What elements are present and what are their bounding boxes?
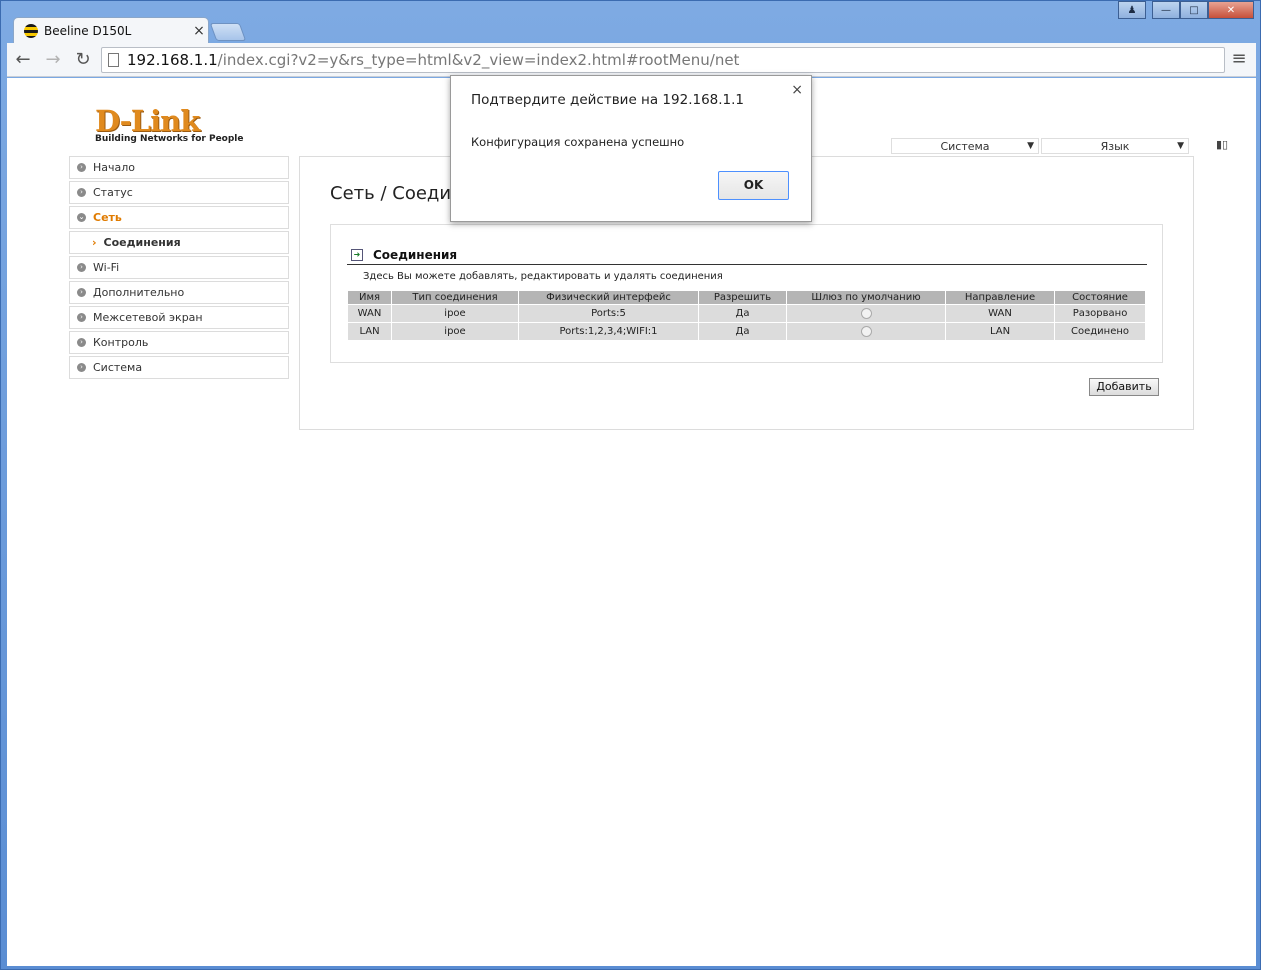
beeline-favicon-icon — [24, 23, 38, 38]
language-select[interactable]: Язык ▼ — [1041, 138, 1189, 154]
ok-button[interactable]: OK — [718, 171, 789, 200]
chevron-right-icon: › — [77, 263, 86, 272]
column-header: Состояние — [1054, 290, 1146, 305]
column-header: Физический интерфейс — [518, 290, 699, 305]
table-cell: ipoe — [391, 304, 519, 323]
table-cell: Да — [698, 322, 787, 341]
column-header: Шлюз по умолчанию — [786, 290, 946, 305]
sidebar-item-label: Дополнительно — [93, 286, 185, 299]
column-header: Тип соединения — [391, 290, 519, 305]
connections-table: Имя Тип соединения Физический интерфейс … — [347, 290, 1146, 341]
sidebar-item-home[interactable]: › Начало — [69, 156, 289, 179]
chevron-down-icon: ⌄ — [77, 213, 86, 222]
column-header: Разрешить — [698, 290, 787, 305]
dialog-message: Конфигурация сохранена успешно — [471, 135, 685, 149]
sidebar-item-control[interactable]: › Контроль — [69, 331, 289, 354]
panel-header: ➜ Соединения — [347, 245, 1147, 265]
sidebar-item-label: Wi-Fi — [93, 261, 120, 274]
dialog-title: Подтвердите действие на 192.168.1.1 — [471, 92, 745, 108]
new-tab-button[interactable] — [209, 23, 247, 41]
table-cell: Ports:5 — [518, 304, 699, 323]
sidebar-item-label: Статус — [93, 186, 133, 199]
minimize-button[interactable]: — — [1152, 1, 1180, 19]
default-gateway-cell — [786, 322, 946, 341]
sidebar-item-label: Система — [93, 361, 143, 374]
panel-title: Соединения — [373, 247, 458, 262]
sidebar-item-status[interactable]: › Статус — [69, 181, 289, 204]
tab-title: Beeline D150L — [44, 23, 132, 38]
table-row[interactable]: LAN ipoe Ports:1,2,3,4;WIFI:1 Да LAN Сое… — [347, 322, 1146, 341]
close-icon[interactable]: × — [791, 82, 803, 98]
chevron-right-icon: › — [92, 236, 97, 249]
browser-menu-icon[interactable]: ≡ — [1228, 48, 1250, 70]
chevron-right-icon: › — [77, 363, 86, 372]
table-cell: Ports:1,2,3,4;WIFI:1 — [518, 322, 699, 341]
sidebar-nav: › Начало › Статус ⌄ Сеть › Соединения › … — [69, 156, 289, 381]
tab-close-icon[interactable]: × — [190, 23, 208, 39]
table-cell: WAN — [945, 304, 1055, 323]
sidebar-item-connections[interactable]: › Соединения — [69, 231, 289, 254]
logo-text: D-Link — [95, 104, 200, 138]
page-icon — [108, 53, 119, 67]
sidebar-item-label: Начало — [93, 161, 136, 174]
table-header-row: Имя Тип соединения Физический интерфейс … — [347, 290, 1146, 305]
url-host: 192.168.1.1 — [127, 51, 218, 69]
table-cell: LAN — [347, 322, 392, 341]
sidebar-item-network[interactable]: ⌄ Сеть — [69, 206, 289, 229]
sidebar-item-label: Межсетевой экран — [93, 311, 203, 324]
sidebar-item-advanced[interactable]: › Дополнительно — [69, 281, 289, 304]
sidebar-item-system[interactable]: › Система — [69, 356, 289, 379]
language-select-label: Язык — [1100, 140, 1130, 153]
default-gateway-radio[interactable] — [860, 307, 872, 319]
window-close-button[interactable]: ✕ — [1208, 1, 1254, 19]
chevron-down-icon: ▼ — [1177, 141, 1184, 151]
connections-panel: ➜ Соединения Здесь Вы можете добавлять, … — [330, 224, 1163, 363]
default-gateway-radio[interactable] — [860, 325, 872, 337]
chevron-right-icon: › — [77, 313, 86, 322]
address-bar[interactable]: 192.168.1.1/index.cgi?v2=y&rs_type=html&… — [101, 47, 1225, 73]
browser-window: Beeline D150L × ♟ — □ ✕ ← → ↻ 192.168.1.… — [0, 0, 1261, 970]
table-cell: LAN — [945, 322, 1055, 341]
forward-icon[interactable]: → — [39, 46, 67, 74]
chevron-down-icon: ▼ — [1027, 141, 1034, 151]
table-row[interactable]: WAN ipoe Ports:5 Да WAN Разорвано — [347, 304, 1146, 323]
system-select[interactable]: Система ▼ — [891, 138, 1039, 154]
default-gateway-cell — [786, 304, 946, 323]
sidebar-item-firewall[interactable]: › Межсетевой экран — [69, 306, 289, 329]
panel-description: Здесь Вы можете добавлять, редактировать… — [363, 271, 723, 282]
table-cell: WAN — [347, 304, 392, 323]
back-icon[interactable]: ← — [9, 46, 37, 74]
sidebar-item-wifi[interactable]: › Wi-Fi — [69, 256, 289, 279]
user-profile-icon[interactable]: ♟ — [1118, 1, 1146, 19]
table-cell: ipoe — [391, 322, 519, 341]
column-header: Имя — [347, 290, 392, 305]
connection-arrow-icon: ➜ — [351, 248, 363, 261]
chevron-right-icon: › — [77, 188, 86, 197]
layout-toggle-icon[interactable]: ▮▯ — [1216, 138, 1228, 151]
dlink-logo: D-Link Building Networks for People — [95, 106, 243, 144]
table-cell: Разорвано — [1054, 304, 1146, 323]
chevron-right-icon: › — [77, 338, 86, 347]
reload-icon[interactable]: ↻ — [69, 46, 97, 74]
url-path: /index.cgi?v2=y&rs_type=html&v2_view=ind… — [217, 51, 740, 69]
sidebar-item-label: Сеть — [93, 211, 122, 224]
browser-tab[interactable]: Beeline D150L × — [13, 17, 209, 43]
logo-tagline: Building Networks for People — [95, 134, 244, 144]
sidebar-item-label: Соединения — [103, 236, 181, 249]
browser-toolbar: ← → ↻ 192.168.1.1/index.cgi?v2=y&rs_type… — [7, 43, 1256, 77]
add-connection-button[interactable]: Добавить — [1089, 378, 1159, 396]
table-cell: Соединено — [1054, 322, 1146, 341]
confirm-dialog: Подтвердите действие на 192.168.1.1 × Ко… — [450, 75, 812, 222]
chevron-right-icon: › — [77, 163, 86, 172]
system-select-label: Система — [940, 140, 990, 153]
chevron-right-icon: › — [77, 288, 86, 297]
maximize-button[interactable]: □ — [1180, 1, 1208, 19]
window-controls: ♟ — □ ✕ — [1118, 1, 1254, 19]
column-header: Направление — [945, 290, 1055, 305]
table-cell: Да — [698, 304, 787, 323]
sidebar-item-label: Контроль — [93, 336, 149, 349]
